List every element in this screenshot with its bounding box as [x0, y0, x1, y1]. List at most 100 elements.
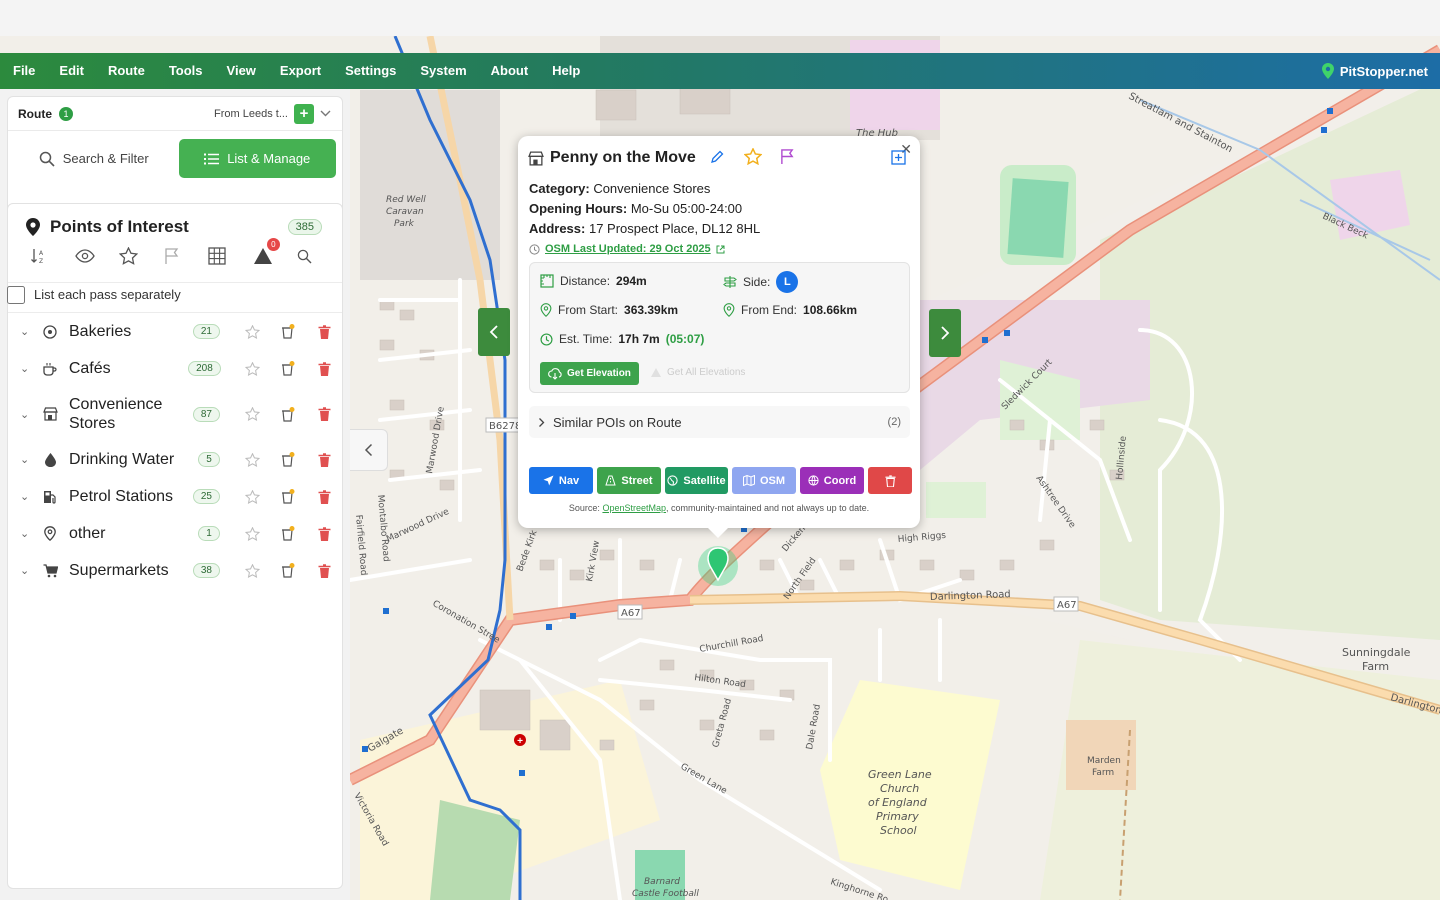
favourite-star-icon[interactable] — [235, 361, 271, 376]
chevron-down-icon[interactable]: ⌄ — [20, 490, 32, 503]
favourite-star-icon[interactable] — [234, 526, 270, 541]
favourite-star-icon[interactable] — [234, 407, 270, 421]
chevron-down-icon[interactable]: ⌄ — [20, 325, 32, 338]
menu-view[interactable]: View — [215, 53, 268, 89]
address-value: 17 Prospect Place, DL12 8HL — [588, 221, 761, 236]
chevron-down-icon[interactable]: ⌄ — [20, 408, 32, 421]
category-row-supermarkets[interactable]: ⌄ Supermarkets 38 — [8, 552, 342, 589]
delete-trash-icon[interactable] — [306, 407, 342, 421]
map-label-sunningdale-farm: Farm — [1362, 660, 1389, 673]
flag-icon[interactable] — [780, 148, 795, 168]
clear-category-icon[interactable] — [270, 526, 306, 541]
street-icon — [605, 475, 617, 486]
menu-edit[interactable]: Edit — [47, 53, 96, 89]
clear-category-icon[interactable] — [270, 489, 306, 504]
tab-search-filter[interactable]: Search & Filter — [15, 139, 173, 178]
clear-category-icon[interactable] — [270, 563, 306, 578]
add-route-button[interactable]: + — [294, 103, 314, 124]
category-row-drinking-water[interactable]: ⌄ Drinking Water 5 — [8, 441, 342, 478]
window-top-strip — [0, 0, 1440, 36]
search-poi-button[interactable] — [297, 244, 342, 268]
menu-about[interactable]: About — [479, 53, 541, 89]
route-selector[interactable]: From Leeds t... — [214, 108, 288, 120]
menu-tools[interactable]: Tools — [157, 53, 215, 89]
chevron-down-icon[interactable] — [320, 104, 332, 124]
source-suffix: , community-maintained and not always up… — [665, 503, 870, 513]
distance-value: 294m — [616, 274, 647, 288]
delete-poi-button[interactable] — [868, 467, 912, 494]
get-elevation-button[interactable]: Get Elevation — [540, 362, 639, 385]
sort-az-button[interactable]: AZ — [30, 244, 75, 268]
favourite-star-icon[interactable] — [743, 147, 763, 168]
category-row-cafes[interactable]: ⌄ Cafés 208 — [8, 350, 342, 387]
favourites-button[interactable] — [119, 244, 164, 268]
edit-pencil-icon[interactable] — [710, 150, 724, 167]
delete-trash-icon[interactable] — [306, 452, 342, 467]
chevron-down-icon[interactable]: ⌄ — [20, 453, 32, 466]
flag-icon — [165, 248, 178, 264]
coord-button[interactable]: Coord — [800, 467, 864, 494]
tab-list-manage[interactable]: List & Manage — [178, 139, 336, 178]
menu-help[interactable]: Help — [540, 53, 592, 89]
clear-category-icon[interactable] — [270, 452, 306, 467]
osm-button[interactable]: OSM — [732, 467, 796, 494]
delete-trash-icon[interactable] — [306, 563, 342, 578]
brand-link[interactable]: PitStopper.net — [1321, 53, 1428, 89]
similar-pois-toggle[interactable]: Similar POIs on Route (2) — [529, 406, 910, 438]
map-pin-icon — [1321, 63, 1334, 79]
visibility-button[interactable] — [74, 244, 120, 268]
similar-count: (2) — [887, 416, 901, 428]
delete-trash-icon[interactable] — [306, 324, 342, 339]
from-start-label: From Start: — [558, 303, 619, 317]
list-passes-checkbox[interactable] — [7, 285, 25, 304]
popup-actions: Nav Street Satellite OSM Coord — [529, 467, 912, 494]
collapse-panel-button[interactable] — [350, 429, 388, 471]
category-row-convenience-stores[interactable]: ⌄ Convenience Stores 87 — [8, 387, 342, 441]
favourite-star-icon[interactable] — [234, 563, 270, 578]
previous-poi-button[interactable] — [478, 308, 510, 356]
hours-label: Opening Hours: — [529, 201, 628, 216]
next-poi-button[interactable] — [929, 309, 961, 357]
openstreetmap-link[interactable]: OpenStreetMap — [602, 503, 666, 513]
chevron-down-icon[interactable]: ⌄ — [20, 564, 32, 577]
satellite-button[interactable]: Satellite — [665, 467, 728, 494]
clear-category-icon[interactable] — [270, 406, 306, 422]
menu-settings[interactable]: Settings — [333, 53, 408, 89]
clear-category-icon[interactable] — [270, 324, 306, 339]
menu-export[interactable]: Export — [268, 53, 333, 89]
chevron-down-icon[interactable]: ⌄ — [20, 527, 32, 540]
chevron-down-icon[interactable]: ⌄ — [20, 362, 32, 375]
map-label-school-4: Primary — [876, 810, 919, 823]
menu-route[interactable]: Route — [96, 53, 157, 89]
table-view-button[interactable] — [208, 244, 253, 268]
route-header: Route 1 From Leeds t... + — [8, 97, 342, 131]
delete-trash-icon[interactable] — [306, 361, 342, 376]
category-row-bakeries[interactable]: ⌄ Bakeries 21 — [8, 313, 342, 350]
category-row-petrol-stations[interactable]: ⌄ Petrol Stations 25 — [8, 478, 342, 515]
map-label-marden-farm: Farm — [1092, 768, 1114, 778]
est-time-label: Est. Time: — [559, 332, 613, 346]
similar-label: Similar POIs on Route — [553, 414, 682, 430]
warnings-button[interactable]: 0 — [253, 238, 298, 268]
menu-system[interactable]: System — [408, 53, 478, 89]
category-row-other[interactable]: ⌄ other 1 — [8, 515, 342, 552]
favourite-star-icon[interactable] — [234, 489, 270, 504]
delete-trash-icon[interactable] — [306, 526, 342, 541]
osm-updated-link[interactable]: OSM Last Updated: 29 Oct 2025 — [529, 239, 760, 259]
pin-icon — [540, 303, 552, 317]
get-all-elevations-button[interactable]: Get All Elevations — [650, 367, 745, 378]
clear-category-icon[interactable] — [270, 361, 306, 376]
street-view-button[interactable]: Street — [597, 467, 661, 494]
from-end-value: 108.66km — [803, 303, 858, 317]
category-value: Convenience Stores — [593, 181, 711, 196]
favourite-star-icon[interactable] — [234, 324, 270, 339]
favourite-star-icon[interactable] — [234, 452, 270, 467]
add-to-list-icon[interactable] — [891, 150, 906, 168]
delete-trash-icon[interactable] — [306, 489, 342, 504]
category-count: 21 — [192, 324, 220, 339]
map-label-barnard-1: Barnard — [644, 877, 680, 887]
flags-button[interactable] — [164, 244, 209, 268]
tab-search-label: Search & Filter — [62, 151, 149, 166]
menu-file[interactable]: File — [0, 53, 47, 89]
nav-button[interactable]: Nav — [529, 467, 593, 494]
